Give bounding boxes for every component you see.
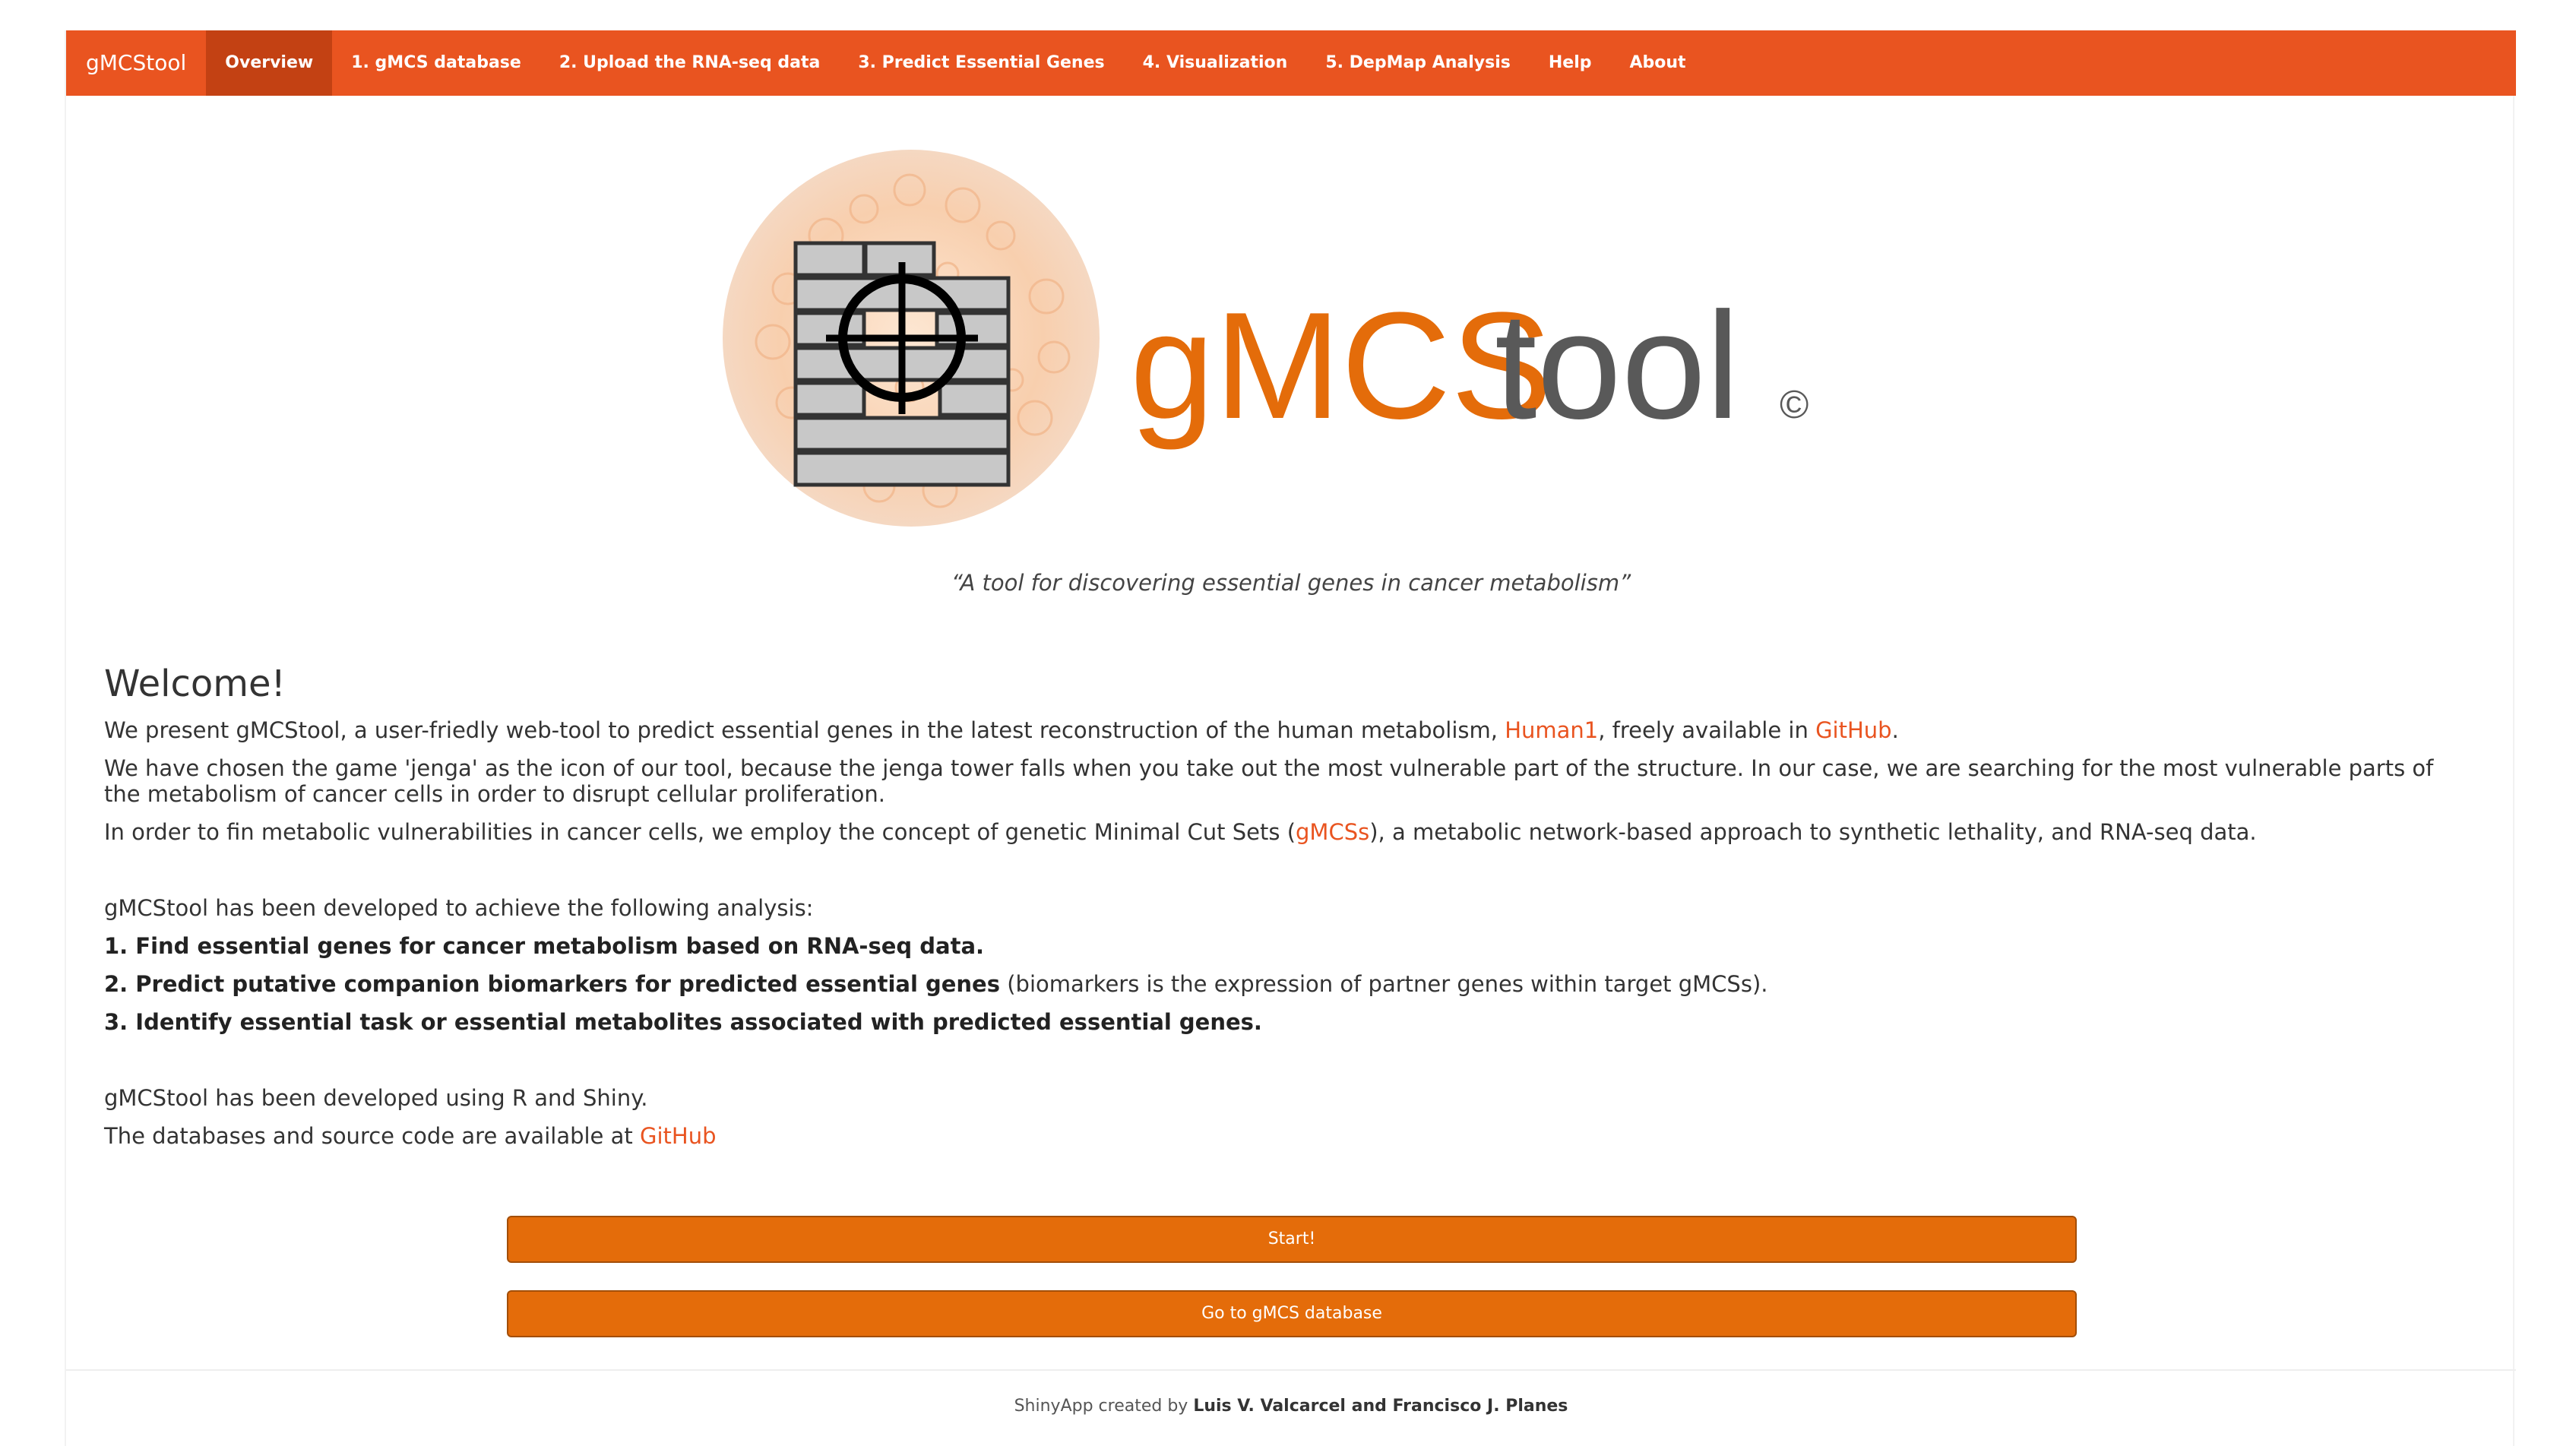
tab-gmcs-database[interactable]: 1. gMCS database [332, 30, 540, 96]
analysis-item-1: 1. Find essential genes for cancer metab… [104, 933, 2475, 959]
footer-prefix: ShinyApp created by [1014, 1397, 1194, 1416]
tab-help[interactable]: Help [1530, 30, 1611, 96]
tab-visualization[interactable]: 4. Visualization [1124, 30, 1307, 96]
gmcs-text-2: ), a metabolic network-based approach to… [1369, 819, 2257, 845]
dev-line-2: The databases and source code are availa… [104, 1123, 2475, 1149]
intro-paragraph: We present gMCStool, a user-friedly web-… [104, 717, 2475, 743]
analysis-item-3: 3. Identify essential task or essential … [104, 1009, 2475, 1035]
github-link[interactable]: GitHub [1815, 717, 1892, 743]
tab-depmap-analysis[interactable]: 5. DepMap Analysis [1306, 30, 1530, 96]
analysis-item-2-bold: 2. Predict putative companion biomarkers… [104, 971, 1000, 997]
gmcs-text: In order to fin metabolic vulnerabilitie… [104, 819, 1296, 845]
dev-line-1: gMCStool has been developed using R and … [104, 1085, 648, 1111]
welcome-title: Welcome! [104, 663, 286, 705]
logo-text-gmcs: gMCS [1130, 281, 1552, 451]
go-to-gmcs-database-button[interactable]: Go to gMCS database [507, 1290, 2077, 1337]
jenga-paragraph: We have chosen the game 'jenga' as the i… [104, 755, 2434, 807]
intro-text-2: , freely available in [1598, 717, 1816, 743]
copyright-icon: © [1780, 383, 1809, 427]
analysis-intro: gMCStool has been developed to achieve t… [104, 895, 814, 921]
analysis-item-2: 2. Predict putative companion biomarkers… [104, 971, 2475, 997]
analysis-item-3-text: 3. Identify essential task or essential … [104, 1009, 1262, 1035]
gmcstool-logo: gMCS tool © [723, 150, 1809, 527]
footer-divider [66, 1369, 2516, 1371]
source-github-link[interactable]: GitHub [640, 1123, 717, 1149]
tab-overview[interactable]: Overview [206, 30, 333, 96]
footer-authors: Luis V. Valcarcel and Francisco J. Plane… [1193, 1397, 1568, 1416]
tab-upload-rnaseq[interactable]: 2. Upload the RNA-seq data [540, 30, 840, 96]
dev-line-2-text: The databases and source code are availa… [104, 1123, 640, 1149]
analysis-item-2-rest: (biomarkers is the expression of partner… [1000, 971, 1768, 997]
tab-predict-essential-genes[interactable]: 3. Predict Essential Genes [839, 30, 1123, 96]
analysis-item-1-text: 1. Find essential genes for cancer metab… [104, 933, 985, 959]
navbar: gMCStool Overview 1. gMCS database 2. Up… [66, 30, 2516, 96]
logo-text-tool: tool [1495, 281, 1739, 451]
main-content: Welcome! We present gMCStool, a user-fri… [104, 661, 2475, 1161]
footer: ShinyApp created by Luis V. Valcarcel an… [66, 1397, 2516, 1416]
gmcss-link[interactable]: gMCSs [1296, 819, 1369, 845]
page: gMCStool Overview 1. gMCS database 2. Up… [65, 30, 2516, 1446]
tab-about[interactable]: About [1610, 30, 1704, 96]
human1-link[interactable]: Human1 [1505, 717, 1598, 743]
intro-text: We present gMCStool, a user-friedly web-… [104, 717, 1505, 743]
start-button[interactable]: Start! [507, 1216, 2077, 1263]
navbar-brand[interactable]: gMCStool [66, 30, 206, 96]
intro-text-3: . [1891, 717, 1899, 743]
gmcs-paragraph: In order to fin metabolic vulnerabilitie… [104, 819, 2475, 845]
tagline: “A tool for discovering essential genes … [951, 570, 1631, 596]
